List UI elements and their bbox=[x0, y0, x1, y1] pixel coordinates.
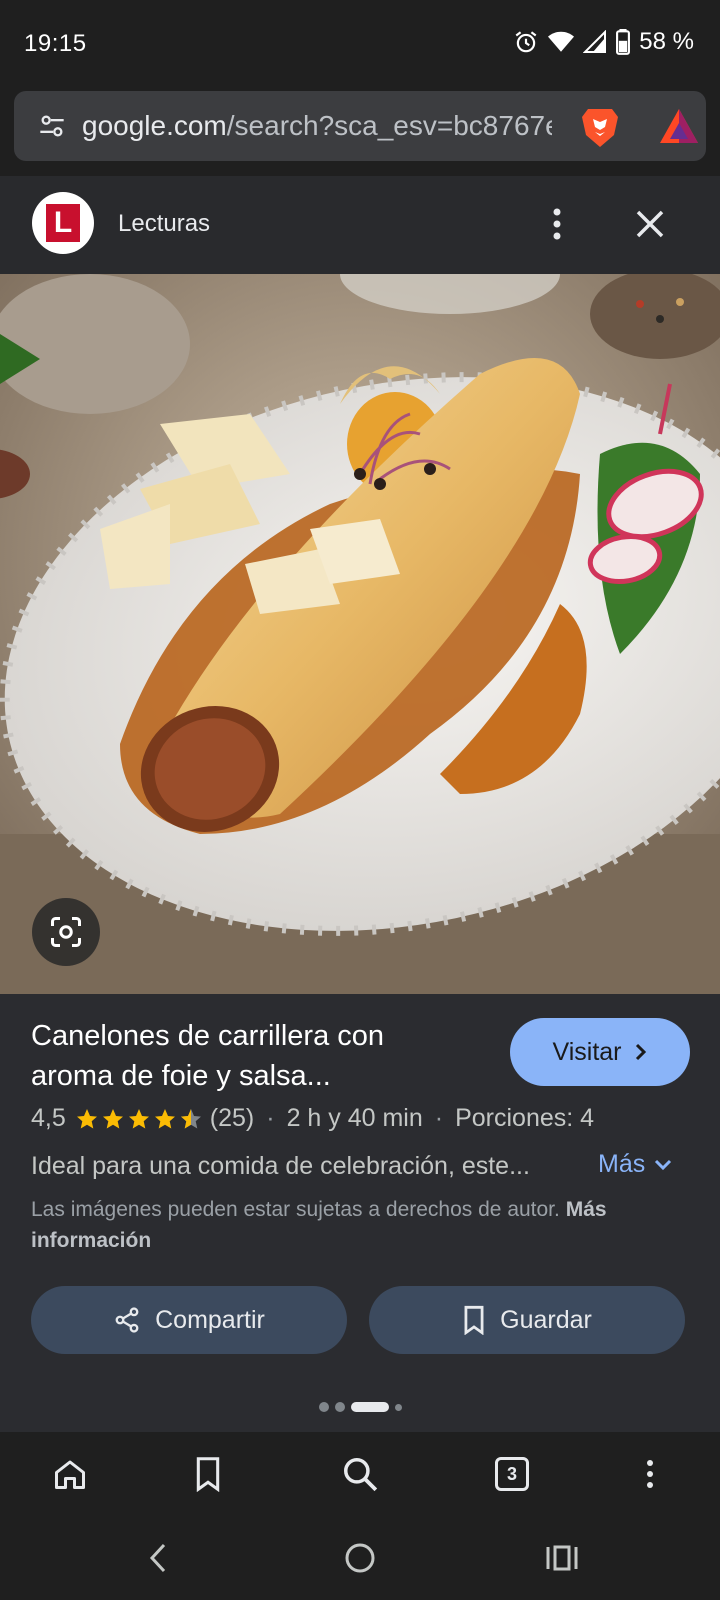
bookmark-icon bbox=[464, 1305, 484, 1335]
star-icon bbox=[102, 1108, 123, 1128]
result-info-panel: Canelones de carrillera con aroma de foi… bbox=[0, 994, 720, 1432]
tune-icon[interactable] bbox=[38, 112, 66, 140]
recipe-image[interactable] bbox=[0, 274, 720, 994]
servings: Porciones: 4 bbox=[455, 1104, 595, 1132]
more-button[interactable]: Más bbox=[598, 1150, 673, 1179]
rating-value: 4,5 bbox=[31, 1104, 66, 1132]
page-dot[interactable] bbox=[334, 1402, 345, 1412]
nav-recents-button[interactable] bbox=[542, 1538, 582, 1578]
menu-button[interactable] bbox=[630, 1454, 670, 1494]
tabs-button[interactable]: 3 bbox=[492, 1454, 532, 1494]
lens-icon bbox=[51, 917, 81, 947]
page-dot[interactable] bbox=[318, 1402, 329, 1412]
chevron-down-icon bbox=[655, 1159, 672, 1170]
recipe-photo bbox=[0, 274, 720, 994]
battery-icon bbox=[616, 29, 631, 55]
nav-home-button[interactable] bbox=[340, 1538, 380, 1578]
bookmarks-button[interactable] bbox=[188, 1454, 228, 1494]
copyright-text: Las imágenes pueden estar sujetas a dere… bbox=[31, 1198, 560, 1221]
source-logo[interactable]: L bbox=[32, 192, 94, 254]
star-half-icon bbox=[180, 1108, 201, 1128]
recipe-title[interactable]: Canelones de carrillera con aroma de foi… bbox=[31, 1016, 461, 1096]
back-icon bbox=[149, 1543, 166, 1573]
nav-back-button[interactable] bbox=[138, 1538, 178, 1578]
share-label: Compartir bbox=[155, 1305, 265, 1334]
source-name[interactable]: Lecturas bbox=[118, 210, 210, 238]
page-dot-active[interactable] bbox=[350, 1402, 389, 1412]
brave-lion-icon[interactable] bbox=[580, 105, 620, 149]
recents-icon bbox=[546, 1545, 578, 1571]
battery-percent: 58 % bbox=[639, 28, 694, 55]
source-header: L Lecturas bbox=[0, 176, 720, 274]
bookmark-icon bbox=[196, 1457, 220, 1492]
browser-toolbar: 3 bbox=[0, 1432, 720, 1516]
save-button[interactable]: Guardar bbox=[369, 1286, 685, 1354]
tabs-icon: 3 bbox=[495, 1457, 529, 1491]
source-logo-letter: L bbox=[46, 204, 80, 242]
visit-button[interactable]: Visitar bbox=[510, 1018, 690, 1086]
star-icon bbox=[154, 1108, 175, 1128]
alarm-icon bbox=[515, 31, 537, 53]
signal-icon bbox=[583, 30, 607, 53]
recipe-description: Ideal para una comida de celebración, es… bbox=[31, 1152, 530, 1180]
pagination-dots bbox=[0, 1402, 720, 1412]
more-label: Más bbox=[598, 1150, 646, 1178]
close-icon[interactable] bbox=[632, 206, 668, 242]
more-vert-icon bbox=[647, 1460, 653, 1488]
lens-button[interactable] bbox=[32, 898, 100, 966]
star-icon bbox=[76, 1108, 97, 1128]
save-label: Guardar bbox=[500, 1305, 592, 1334]
status-bar: 19:15 58 % bbox=[0, 0, 720, 86]
separator: · bbox=[434, 1104, 444, 1132]
search-icon bbox=[344, 1458, 378, 1492]
cook-time: 2 h y 40 min bbox=[286, 1104, 423, 1132]
url-domain: google.com bbox=[82, 110, 227, 141]
more-vert-icon[interactable] bbox=[542, 204, 572, 244]
home-circle-icon bbox=[345, 1543, 375, 1573]
share-icon bbox=[115, 1307, 139, 1333]
wifi-icon bbox=[548, 31, 575, 52]
url-path: /search?sca_esv=bc8767e bbox=[226, 110, 552, 141]
home-icon bbox=[55, 1460, 85, 1489]
status-time: 19:15 bbox=[24, 30, 87, 57]
search-button[interactable] bbox=[340, 1454, 380, 1494]
chevron-right-icon bbox=[635, 1043, 646, 1061]
bat-triangle-icon[interactable] bbox=[658, 107, 700, 145]
url-text[interactable]: google.com/search?sca_esv=bc8767e bbox=[82, 110, 552, 142]
url-bar[interactable]: google.com/search?sca_esv=bc8767e bbox=[14, 91, 706, 161]
star-icon bbox=[128, 1108, 149, 1128]
home-button[interactable] bbox=[50, 1454, 90, 1494]
page-dot[interactable] bbox=[394, 1403, 402, 1411]
share-button[interactable]: Compartir bbox=[31, 1286, 347, 1354]
system-nav-bar bbox=[0, 1516, 720, 1600]
separator: · bbox=[266, 1104, 275, 1132]
visit-label: Visitar bbox=[552, 1037, 622, 1066]
status-icons: 58 % bbox=[513, 28, 694, 56]
recipe-meta: 4,5 (25) · 2 h y 40 min · Porciones: 4 bbox=[31, 1104, 594, 1133]
rating-stars bbox=[74, 1107, 204, 1131]
review-count: (25) bbox=[209, 1104, 255, 1132]
copyright-notice: Las imágenes pueden estar sujetas a dere… bbox=[31, 1194, 691, 1256]
